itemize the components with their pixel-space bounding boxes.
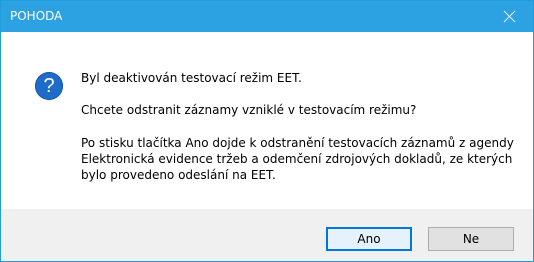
close-icon: [503, 10, 516, 23]
message-paragraph-line-2: Elektronická evidence tržeb a odemčení z…: [81, 152, 513, 166]
yes-button[interactable]: Ano: [326, 227, 412, 251]
message-paragraph-line-1: Po stisku tlačítka Ano dojde k odstraněn…: [81, 136, 514, 150]
message-line-2: Chcete odstranit záznamy vzniklé v testo…: [81, 103, 417, 117]
button-bar: Ano Ne: [1, 209, 533, 261]
message-line-1: Byl deaktivován testovací režim EET.: [81, 71, 302, 85]
dialog-content: ? Byl deaktivován testovací režim EET. C…: [1, 32, 533, 209]
message-paragraph-line-3: bylo provedeno odeslání na EET.: [81, 168, 276, 182]
title-bar[interactable]: POHODA: [1, 1, 533, 32]
window-title: POHODA: [10, 9, 63, 23]
no-button[interactable]: Ne: [428, 227, 514, 251]
message-dialog: POHODA ? Byl deaktivován testovací režim…: [0, 0, 534, 262]
question-mark: ?: [43, 75, 55, 97]
close-button[interactable]: [487, 1, 533, 32]
question-icon: ?: [35, 72, 63, 100]
